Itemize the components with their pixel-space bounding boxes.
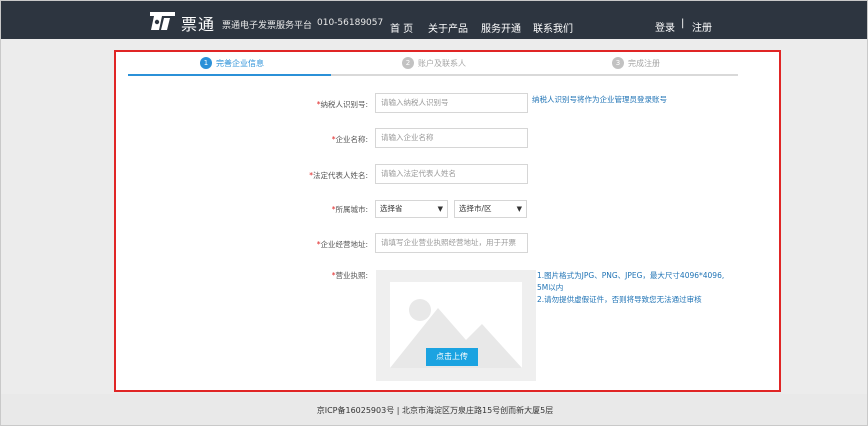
province-dropdown-arrow-icon: ▼ <box>437 205 443 213</box>
city-dropdown-arrow-icon: ▼ <box>516 205 522 213</box>
city-select-value: 选择市/区 <box>459 204 492 213</box>
taxpayer-id-hint: 纳税人识别号将作为企业管理员登录账号 <box>532 95 667 104</box>
nav-contact-us[interactable]: 联系我们 <box>533 20 573 35</box>
address-input[interactable]: 请填写企业营业执照经营地址，用于开票 <box>375 233 528 253</box>
city-district-select[interactable]: 选择市/区 ▼ <box>454 200 527 218</box>
step-1-number: 1 <box>200 57 212 69</box>
address-label: *企业经营地址: <box>316 240 368 249</box>
login-link[interactable]: 登录 <box>655 19 675 34</box>
piaotong-logo-icon <box>150 12 175 30</box>
page-footer: 京ICP备16025903号 | 北京市海淀区万泉庄路15号创而新大厦5层 <box>1 394 867 425</box>
upload-button[interactable]: 点击上传 <box>426 348 478 366</box>
footer-icp-address: 京ICP备16025903号 | 北京市海淀区万泉庄路15号创而新大厦5层 <box>316 406 554 415</box>
top-navigation-bar: 票通 票通电子发票服务平台 010-56189057 首 页 关于产品 服务开通… <box>1 1 867 39</box>
legal-rep-input[interactable]: 请输入法定代表人姓名 <box>375 164 528 184</box>
register-link[interactable]: 注册 <box>692 19 712 34</box>
license-hint: 1.图片格式为JPG、PNG、JPEG，最大尺寸4096*4096, 5M以内 … <box>537 270 737 306</box>
step-1-label: 完善企业信息 <box>216 58 264 68</box>
steps-progress-active <box>128 74 331 76</box>
registration-panel: 1 完善企业信息 2 账户及联系人 3 完成注册 *纳税人识别号: 请输入纳税人… <box>114 50 781 392</box>
city-label: *所属城市: <box>331 205 368 214</box>
license-hint-line-3: 2.请勿提供虚假证件，否则将导致您无法通过审核 <box>537 295 702 304</box>
nav-home[interactable]: 首 页 <box>390 20 413 35</box>
company-name-input[interactable]: 请输入企业名称 <box>375 128 528 148</box>
brand-name[interactable]: 票通 <box>181 11 215 35</box>
license-label: *营业执照: <box>331 271 368 280</box>
step-2-number: 2 <box>402 57 414 69</box>
taxpayer-id-label: *纳税人识别号: <box>316 100 368 109</box>
step-2-label: 账户及联系人 <box>418 58 466 68</box>
step-company-info: 1 完善企业信息 <box>200 55 264 71</box>
step-3-number: 3 <box>612 57 624 69</box>
province-select-value: 选择省 <box>380 204 403 213</box>
taxpayer-id-input[interactable]: 请输入纳税人识别号 <box>375 93 528 113</box>
service-phone: 010-56189057 <box>317 18 384 28</box>
step-3-label: 完成注册 <box>628 58 660 68</box>
company-name-label: *企业名称: <box>331 135 368 144</box>
step-account-contact: 2 账户及联系人 <box>402 55 466 71</box>
license-upload-area[interactable]: 点击上传 <box>376 270 536 381</box>
header-separator: | <box>681 18 685 29</box>
platform-name: 票通电子发票服务平台 <box>222 21 313 31</box>
province-select[interactable]: 选择省 ▼ <box>375 200 448 218</box>
nav-service-activation[interactable]: 服务开通 <box>481 20 521 35</box>
license-hint-line-1: 1.图片格式为JPG、PNG、JPEG，最大尺寸4096*4096, <box>537 271 725 280</box>
legal-rep-label: *法定代表人姓名: <box>309 171 368 180</box>
step-complete: 3 完成注册 <box>612 55 660 71</box>
browser-frame: 票通 票通电子发票服务平台 010-56189057 首 页 关于产品 服务开通… <box>0 0 868 426</box>
license-hint-line-2: 5M以内 <box>537 283 564 292</box>
nav-about-products[interactable]: 关于产品 <box>428 20 468 35</box>
